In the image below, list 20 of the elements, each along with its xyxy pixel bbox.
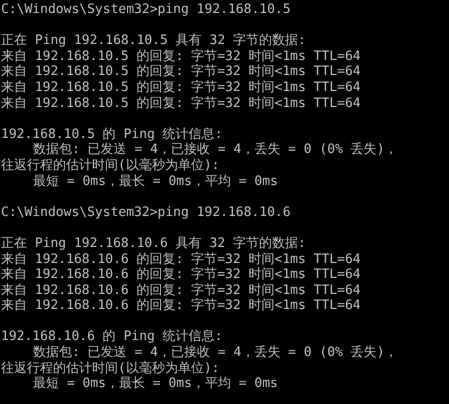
output-line: 192.168.10.5 的 Ping 统计信息: — [1, 126, 223, 142]
output-line: 正在 Ping 192.168.10.5 具有 32 字节的数据: — [1, 33, 306, 49]
output-line: 来自 192.168.10.6 的回复: 字节=32 时间<1ms TTL=64 — [1, 267, 361, 283]
output-line: 来自 192.168.10.6 的回复: 字节=32 时间<1ms TTL=64 — [1, 298, 361, 314]
output-line: 来自 192.168.10.5 的回复: 字节=32 时间<1ms TTL=64 — [1, 96, 361, 112]
output-line: 最短 = 0ms，最长 = 0ms，平均 = 0ms — [33, 376, 278, 392]
output-line: 数据包: 已发送 = 4，已接收 = 4，丢失 = 0 (0% 丢失)， — [33, 345, 398, 361]
output-line: 数据包: 已发送 = 4，已接收 = 4，丢失 = 0 (0% 丢失)， — [33, 142, 398, 158]
output-line: 正在 Ping 192.168.10.6 具有 32 字节的数据: — [1, 236, 306, 252]
output-line: 来自 192.168.10.5 的回复: 字节=32 时间<1ms TTL=64 — [1, 64, 361, 80]
output-line: 来自 192.168.10.6 的回复: 字节=32 时间<1ms TTL=64 — [1, 282, 361, 298]
command-line: C:\Windows\System32>ping 192.168.10.6 — [1, 204, 291, 220]
output-line: 最短 = 0ms，最长 = 0ms，平均 = 0ms — [33, 174, 278, 190]
output-line: 来自 192.168.10.5 的回复: 字节=32 时间<1ms TTL=64 — [1, 80, 361, 96]
output-line: 来自 192.168.10.5 的回复: 字节=32 时间<1ms TTL=64 — [1, 48, 361, 64]
command-line: C:\Windows\System32>ping 192.168.10.5 — [1, 2, 291, 18]
output-line: 192.168.10.6 的 Ping 统计信息: — [1, 329, 223, 345]
output-line: 往返行程的估计时间(以毫秒为单位): — [1, 360, 220, 376]
output-line: 来自 192.168.10.6 的回复: 字节=32 时间<1ms TTL=64 — [1, 252, 361, 267]
output-line: 往返行程的估计时间(以毫秒为单位): — [1, 158, 220, 174]
